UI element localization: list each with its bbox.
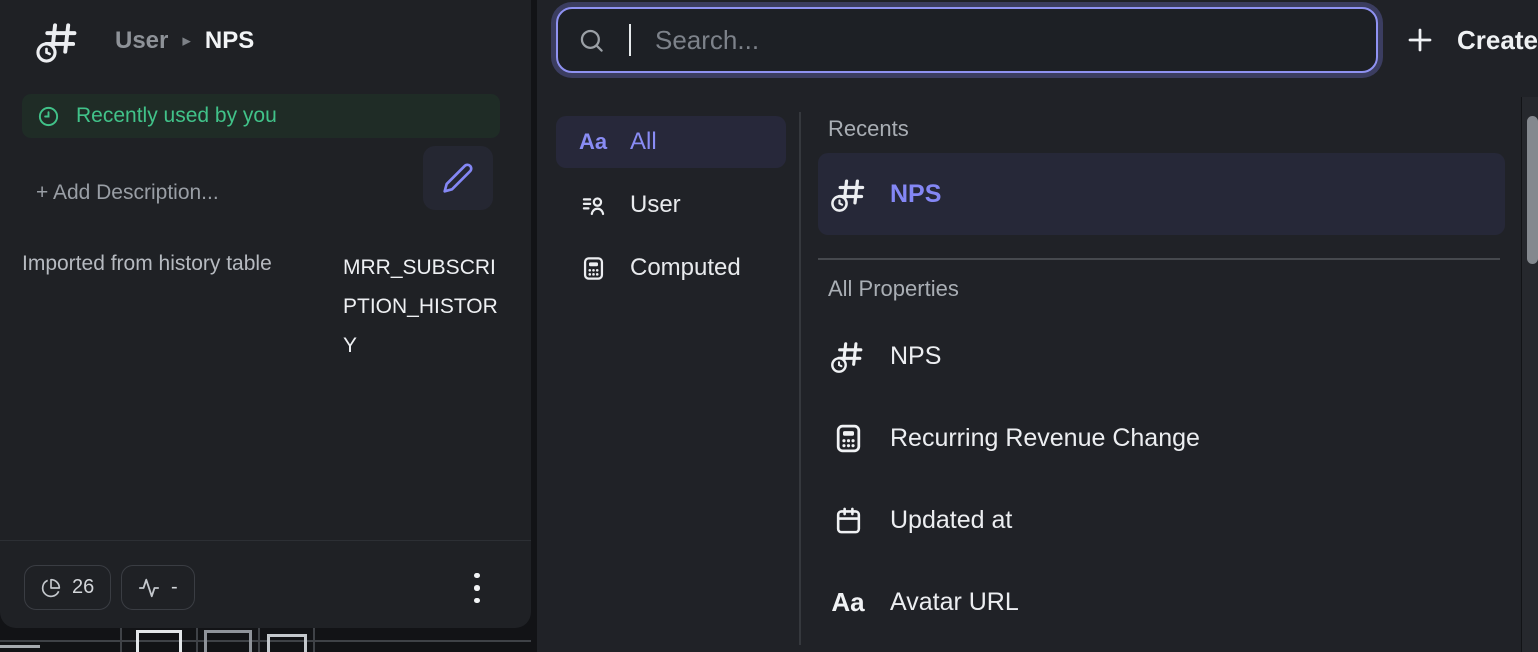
property-item-label: Recurring Revenue Change xyxy=(890,424,1200,453)
text-cursor xyxy=(629,24,631,56)
pie-chart-icon xyxy=(41,578,61,598)
search-results: Recents NPS All Properties xyxy=(800,0,1521,652)
number-property-with-clock-icon xyxy=(830,338,866,374)
text-type-icon: Aa xyxy=(830,587,866,618)
filter-user[interactable]: User xyxy=(556,179,786,231)
property-item-label: Avatar URL xyxy=(890,588,1019,617)
recently-used-badge: Recently used by you xyxy=(22,94,500,138)
imported-from-value: MRR_SUBSCRIPTION_HISTORY xyxy=(343,248,501,365)
usage-count-value: 26 xyxy=(72,576,94,599)
user-properties-icon xyxy=(578,192,608,219)
background-grid-line xyxy=(0,645,40,648)
property-item-recurring-revenue-change[interactable]: Recurring Revenue Change xyxy=(818,397,1508,479)
activity-icon xyxy=(138,577,160,599)
background-grid-tick xyxy=(196,628,198,652)
recent-item-nps[interactable]: NPS xyxy=(818,153,1505,235)
kebab-dot xyxy=(474,598,480,604)
usage-count-button[interactable]: 26 xyxy=(24,565,111,610)
calendar-icon xyxy=(830,505,866,536)
property-item-updated-at[interactable]: Updated at xyxy=(818,479,1508,561)
calculator-icon xyxy=(578,255,608,282)
recents-header: Recents xyxy=(828,116,909,142)
property-detail-card: User ▸ NPS Recently used by you + Add De… xyxy=(0,0,531,628)
filter-label: User xyxy=(630,191,681,219)
property-item-label: NPS xyxy=(890,342,941,371)
edit-description-button[interactable] xyxy=(423,146,493,210)
breadcrumb: User ▸ NPS xyxy=(115,27,254,55)
all-properties-header: All Properties xyxy=(828,276,959,302)
filter-label: All xyxy=(630,128,657,156)
trend-button[interactable]: - xyxy=(121,565,195,610)
type-filter-list: Aa All User xyxy=(556,116,786,294)
text-type-icon: Aa xyxy=(578,129,608,155)
kebab-dot xyxy=(474,573,480,579)
pencil-icon xyxy=(442,162,474,194)
property-item-nps[interactable]: NPS xyxy=(818,315,1508,397)
property-header: User ▸ NPS xyxy=(35,18,254,64)
background-grid-cell xyxy=(136,630,182,652)
background-canvas xyxy=(0,624,537,652)
property-list: NPS Recurring Revenue Change xyxy=(818,315,1508,643)
clock-icon xyxy=(37,105,60,128)
background-grid-cell xyxy=(267,634,307,652)
property-item-avatar-url[interactable]: Aa Avatar URL xyxy=(818,561,1508,643)
add-description-link[interactable]: + Add Description... xyxy=(36,181,219,205)
property-item-label: Updated at xyxy=(890,506,1012,535)
app-window: User ▸ NPS Recently used by you + Add De… xyxy=(0,0,1538,652)
search-icon xyxy=(578,27,605,54)
background-grid-cell xyxy=(204,630,252,652)
background-grid-tick xyxy=(313,628,315,652)
scrollbar-track[interactable] xyxy=(1521,97,1538,652)
more-options-button[interactable] xyxy=(466,569,488,607)
background-grid-line xyxy=(0,640,531,642)
breadcrumb-current: NPS xyxy=(205,27,254,55)
results-divider xyxy=(818,258,1500,260)
scrollbar-thumb[interactable] xyxy=(1527,116,1538,264)
filter-computed[interactable]: Computed xyxy=(556,242,786,294)
calculator-icon xyxy=(830,422,866,455)
trend-value: - xyxy=(171,576,178,599)
filter-all[interactable]: Aa All xyxy=(556,116,786,168)
kebab-dot xyxy=(474,585,480,591)
background-grid-tick xyxy=(258,628,260,652)
property-search-overlay: Create Aa All User xyxy=(537,0,1538,652)
filter-label: Computed xyxy=(630,254,741,282)
breadcrumb-parent[interactable]: User xyxy=(115,27,168,55)
background-grid-tick xyxy=(120,628,122,652)
number-property-with-clock-icon xyxy=(35,18,81,64)
number-property-with-clock-icon xyxy=(830,175,868,213)
imported-from-label: Imported from history table xyxy=(22,252,272,276)
footer-divider xyxy=(0,540,531,541)
recent-item-label: NPS xyxy=(890,180,941,209)
breadcrumb-separator-icon: ▸ xyxy=(182,31,191,51)
recently-used-label: Recently used by you xyxy=(76,104,277,128)
